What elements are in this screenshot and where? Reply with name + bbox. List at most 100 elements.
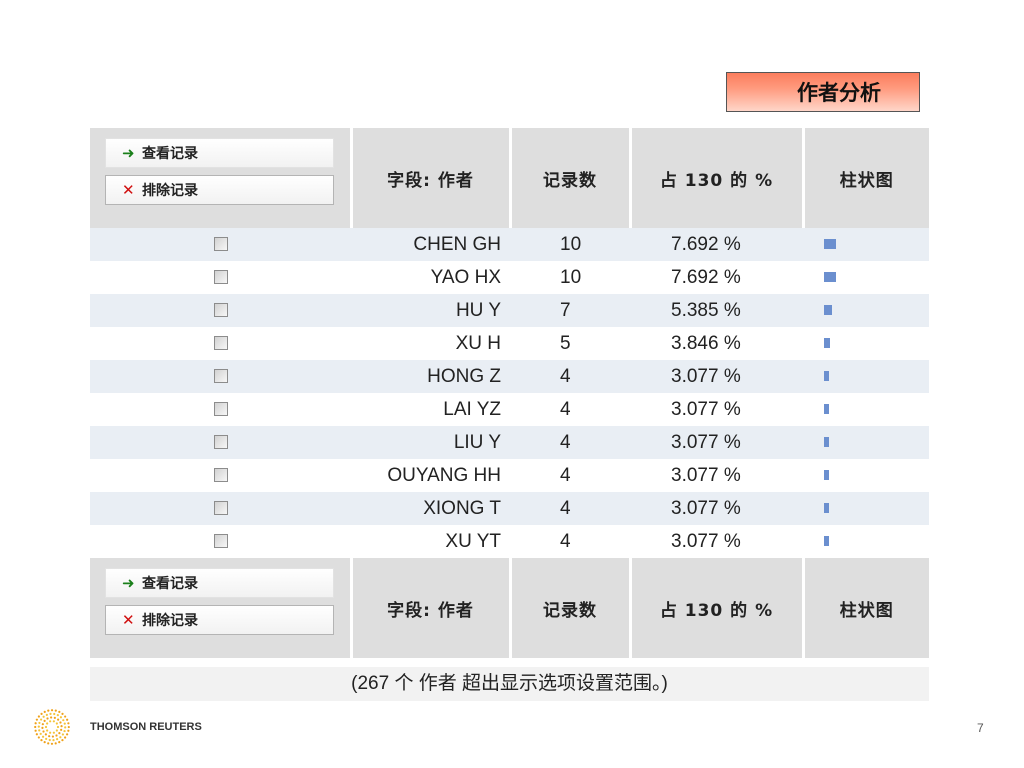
record-percent: 3.077 %	[630, 525, 803, 558]
view-records-label: 查看记录	[142, 146, 198, 162]
author-name[interactable]: OUYANG HH	[351, 459, 510, 492]
bar-mark	[824, 503, 829, 514]
row-checkbox[interactable]	[213, 402, 228, 417]
table-row: LAI YZ 4 3.077 %	[90, 393, 929, 426]
record-count: 4	[510, 525, 630, 558]
row-checkbox[interactable]	[213, 303, 228, 318]
row-checkbox[interactable]	[213, 501, 228, 516]
author-name[interactable]: HONG Z	[351, 360, 510, 393]
view-records-label: 查看记录	[142, 576, 198, 592]
bar-mark	[824, 305, 832, 316]
action-buttons-top: ➜ 查看记录 ✕ 排除记录	[90, 128, 353, 228]
record-count: 10	[510, 261, 630, 294]
author-name[interactable]: XIONG T	[351, 492, 510, 525]
record-count: 4	[510, 459, 630, 492]
bar-cell	[803, 426, 929, 459]
row-checkbox[interactable]	[213, 336, 228, 351]
bar-mark	[824, 437, 829, 448]
bar-mark	[824, 338, 830, 349]
row-checkbox-cell	[90, 525, 351, 558]
record-count: 4	[510, 426, 630, 459]
record-percent: 3.077 %	[630, 393, 803, 426]
row-checkbox-cell	[90, 228, 351, 261]
row-checkbox-cell	[90, 393, 351, 426]
record-percent: 3.077 %	[630, 426, 803, 459]
panel-title: 作者分析	[726, 72, 920, 112]
view-records-button[interactable]: ➜ 查看记录	[105, 138, 334, 168]
table-row: HU Y 7 5.385 %	[90, 294, 929, 327]
row-checkbox-cell	[90, 492, 351, 525]
view-records-button[interactable]: ➜ 查看记录	[105, 568, 334, 598]
bar-cell	[803, 327, 929, 360]
table-header-bottom: ➜ 查看记录 ✕ 排除记录 字段: 作者 记录数 占 130 的 % 柱状图	[90, 558, 929, 658]
exclude-records-button[interactable]: ✕ 排除记录	[105, 605, 334, 635]
exclude-records-label: 排除记录	[142, 613, 198, 629]
author-name[interactable]: CHEN GH	[351, 228, 510, 261]
column-header-percent[interactable]: 占 130 的 %	[630, 128, 805, 228]
thomson-reuters-logo-icon	[34, 709, 70, 745]
exclude-records-button[interactable]: ✕ 排除记录	[105, 175, 334, 205]
column-header-bar: 柱状图	[803, 128, 929, 228]
author-name[interactable]: YAO HX	[351, 261, 510, 294]
row-checkbox-cell	[90, 360, 351, 393]
author-name[interactable]: XU YT	[351, 525, 510, 558]
bar-cell	[803, 525, 929, 558]
record-percent: 7.692 %	[630, 228, 803, 261]
bar-mark	[824, 371, 829, 382]
bar-cell	[803, 492, 929, 525]
bar-cell	[803, 228, 929, 261]
cross-icon: ✕	[122, 611, 135, 629]
table-body: CHEN GH 10 7.692 % YAO HX 10 7.692 % HU Y 7 5.38…	[90, 228, 929, 558]
record-count: 5	[510, 327, 630, 360]
table-row: LIU Y 4 3.077 %	[90, 426, 929, 459]
brand-name: THOMSON REUTERS	[90, 721, 202, 733]
author-name[interactable]: XU H	[351, 327, 510, 360]
column-header-field[interactable]: 字段: 作者	[351, 128, 512, 228]
table-row: OUYANG HH 4 3.077 %	[90, 459, 929, 492]
overflow-note: (267 个 作者 超出显示选项设置范围。)	[90, 667, 929, 701]
table-header-top: ➜ 查看记录 ✕ 排除记录 字段: 作者 记录数 占 130 的 % 柱状图	[90, 128, 929, 228]
column-header-field[interactable]: 字段: 作者	[351, 558, 512, 658]
row-checkbox[interactable]	[213, 270, 228, 285]
row-checkbox[interactable]	[213, 237, 228, 252]
page-number: 7	[977, 721, 984, 735]
record-percent: 3.846 %	[630, 327, 803, 360]
record-percent: 3.077 %	[630, 492, 803, 525]
table-row: XU H 5 3.846 %	[90, 327, 929, 360]
bar-mark	[824, 239, 836, 250]
row-checkbox[interactable]	[213, 534, 228, 549]
row-checkbox[interactable]	[213, 435, 228, 450]
table-row: XIONG T 4 3.077 %	[90, 492, 929, 525]
column-header-count[interactable]: 记录数	[510, 558, 632, 658]
author-name[interactable]: HU Y	[351, 294, 510, 327]
exclude-records-label: 排除记录	[142, 183, 198, 199]
bar-mark	[824, 404, 829, 415]
cross-icon: ✕	[122, 181, 135, 199]
record-percent: 3.077 %	[630, 459, 803, 492]
row-checkbox-cell	[90, 459, 351, 492]
bar-mark	[824, 272, 836, 283]
record-count: 7	[510, 294, 630, 327]
column-header-bar: 柱状图	[803, 558, 929, 658]
action-buttons-bottom: ➜ 查看记录 ✕ 排除记录	[90, 558, 353, 658]
row-checkbox-cell	[90, 261, 351, 294]
arrow-right-icon: ➜	[122, 144, 135, 162]
record-percent: 7.692 %	[630, 261, 803, 294]
row-checkbox[interactable]	[213, 369, 228, 384]
row-checkbox-cell	[90, 294, 351, 327]
row-checkbox-cell	[90, 327, 351, 360]
bar-mark	[824, 470, 829, 481]
bar-cell	[803, 393, 929, 426]
table-row: HONG Z 4 3.077 %	[90, 360, 929, 393]
author-analysis-table: ➜ 查看记录 ✕ 排除记录 字段: 作者 记录数 占 130 的 % 柱状图 C…	[90, 128, 929, 658]
author-name[interactable]: LIU Y	[351, 426, 510, 459]
bar-mark	[824, 536, 829, 547]
record-percent: 3.077 %	[630, 360, 803, 393]
author-name[interactable]: LAI YZ	[351, 393, 510, 426]
record-count: 10	[510, 228, 630, 261]
record-count: 4	[510, 393, 630, 426]
record-count: 4	[510, 492, 630, 525]
column-header-percent[interactable]: 占 130 的 %	[630, 558, 805, 658]
row-checkbox[interactable]	[213, 468, 228, 483]
column-header-count[interactable]: 记录数	[510, 128, 632, 228]
